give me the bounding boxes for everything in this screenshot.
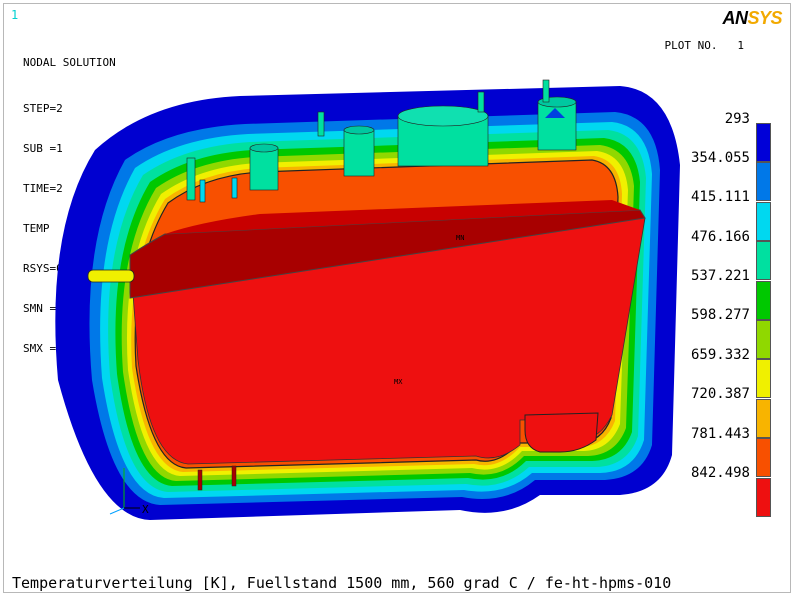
legend-swatch-3 bbox=[756, 241, 771, 281]
tank-model: X MN MX bbox=[55, 79, 681, 520]
nozzle-1 bbox=[186, 157, 196, 201]
legend-label-0: 293 bbox=[724, 111, 750, 127]
legend-swatch-6 bbox=[756, 359, 771, 399]
legend-swatch-8 bbox=[756, 438, 771, 478]
legend-label-2: 415.111 bbox=[690, 189, 750, 205]
legend-label-5: 598.277 bbox=[690, 307, 750, 323]
legend-label-7: 720.387 bbox=[690, 386, 750, 402]
sump bbox=[524, 412, 599, 453]
legend-label-3: 476.166 bbox=[690, 229, 750, 245]
side-pipe bbox=[87, 269, 135, 283]
legend-swatch-2 bbox=[756, 201, 771, 241]
nozzle-6-top bbox=[343, 125, 375, 135]
nozzle-2 bbox=[199, 179, 206, 203]
bottom-support-2 bbox=[231, 465, 237, 487]
legend-swatch-4 bbox=[756, 280, 771, 320]
legend-swatch-7 bbox=[756, 398, 771, 438]
legend-swatch-5 bbox=[756, 320, 771, 359]
plot-caption: Temperaturverteilung [K], Fuellstand 150… bbox=[12, 574, 672, 592]
max-marker: MX bbox=[394, 378, 403, 386]
nozzle-3 bbox=[231, 177, 238, 199]
legend-swatch-0 bbox=[756, 123, 771, 162]
legend-swatch-9 bbox=[756, 477, 771, 517]
nozzle-5 bbox=[317, 111, 325, 137]
legend-label-6: 659.332 bbox=[690, 347, 750, 363]
nozzle-6 bbox=[343, 129, 375, 177]
bottom-support-1 bbox=[197, 469, 203, 491]
legend-label-4: 537.221 bbox=[690, 268, 750, 284]
legend-label-1: 354.055 bbox=[690, 150, 750, 166]
legend-label-9: 842.498 bbox=[690, 465, 750, 481]
nozzle-4 bbox=[249, 147, 279, 191]
triad-x-label: X bbox=[142, 503, 149, 516]
triad-z-axis bbox=[109, 507, 125, 515]
manhole-top bbox=[397, 105, 489, 127]
legend-swatch-1 bbox=[756, 162, 771, 202]
contour-legend bbox=[756, 123, 771, 517]
legend-label-8: 781.443 bbox=[690, 426, 750, 442]
nozzle-9 bbox=[542, 79, 550, 103]
nozzle-8 bbox=[537, 101, 577, 151]
min-marker: MN bbox=[456, 234, 464, 242]
nozzle-7 bbox=[477, 91, 485, 113]
nozzle-4-top bbox=[249, 143, 279, 153]
